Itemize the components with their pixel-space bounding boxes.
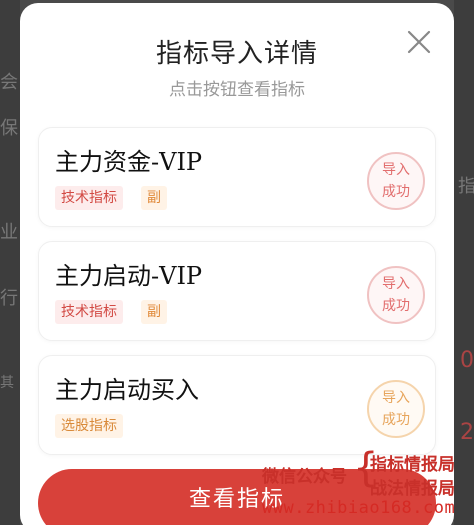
background-text: 保: [0, 118, 18, 139]
watermark-wechat: 微信公众号: [262, 467, 347, 487]
indicator-card[interactable]: 主力启动买入 选股指标 导入 成功: [38, 355, 436, 455]
background-text: 0: [460, 348, 474, 373]
modal-subtitle: 点击按钮查看指标: [169, 80, 305, 100]
indicator-type-tag: 技术指标: [55, 186, 123, 210]
modal-title: 指标导入详情: [155, 39, 318, 69]
background-text: 其: [0, 375, 14, 391]
background-text: 会: [0, 72, 18, 93]
background-text: 指: [458, 176, 474, 197]
indicator-title: 主力启动买入: [55, 376, 199, 404]
indicator-type-tag: 技术指标: [55, 300, 123, 324]
watermark-line: 战法情报局: [370, 479, 455, 499]
close-icon: [407, 30, 431, 54]
background-text: 2: [460, 420, 474, 445]
stamp-text: 导入: [382, 276, 410, 292]
stamp-text: 导入: [382, 390, 410, 406]
stamp-text: 成功: [382, 298, 410, 314]
indicator-title: 主力启动-VIP: [55, 262, 203, 290]
import-success-stamp: 导入 成功: [367, 266, 425, 324]
watermark-url: www.zhibiao168.com: [262, 498, 456, 518]
stamp-text: 成功: [382, 412, 410, 428]
background-right-strip: [454, 0, 474, 525]
import-details-modal: 指标导入详情 点击按钮查看指标 主力资金-VIP 技术指标 副 导入 成功 主力…: [20, 3, 454, 525]
indicator-card[interactable]: 主力启动-VIP 技术指标 副 导入 成功: [38, 241, 436, 341]
indicator-sub-tag: 副: [141, 300, 167, 324]
close-button[interactable]: [404, 27, 434, 57]
background-text: 业: [0, 222, 18, 243]
stamp-text: 导入: [382, 162, 410, 178]
indicator-sub-tag: 副: [141, 186, 167, 210]
watermark-line: 指标情报局: [370, 455, 455, 475]
stamp-text: 成功: [382, 184, 410, 200]
import-success-stamp: 导入 成功: [367, 380, 425, 438]
background-text: 行: [0, 288, 18, 309]
indicator-type-tag: 选股指标: [55, 414, 123, 438]
indicator-title: 主力资金-VIP: [55, 148, 203, 176]
import-success-stamp: 导入 成功: [367, 152, 425, 210]
indicator-card[interactable]: 主力资金-VIP 技术指标 副 导入 成功: [38, 127, 436, 227]
